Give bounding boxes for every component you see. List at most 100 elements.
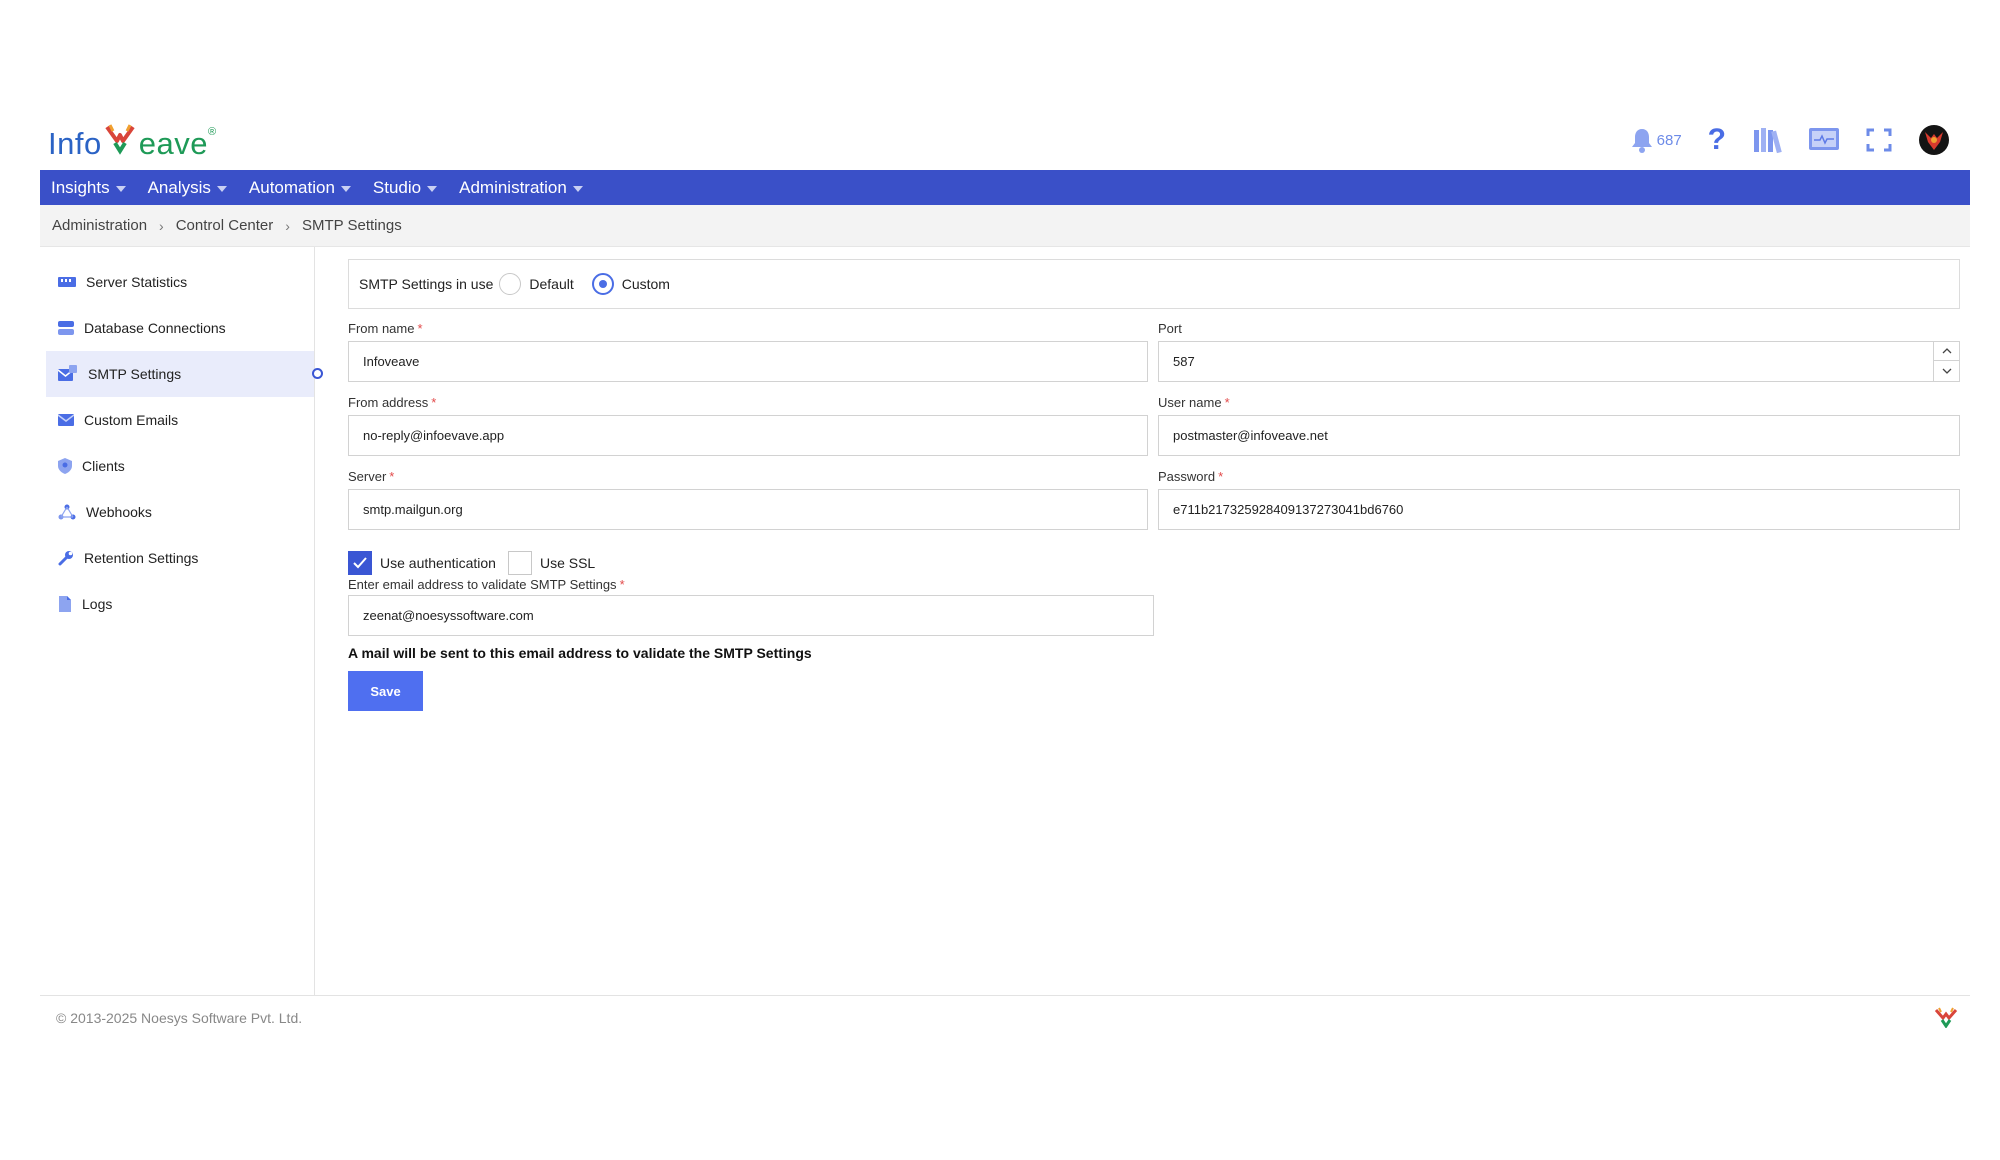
use-ssl-label: Use SSL xyxy=(539,555,596,571)
decrement-button[interactable] xyxy=(1934,361,1960,381)
radio-default[interactable] xyxy=(499,273,522,295)
notifications-button[interactable]: 687 xyxy=(1630,127,1682,153)
fullscreen-button[interactable] xyxy=(1866,128,1892,152)
sidebar-item-webhooks[interactable]: Webhooks xyxy=(46,489,314,535)
sidebar-item-label: Clients xyxy=(82,458,125,474)
nav-label: Studio xyxy=(372,177,422,197)
chevron-right-icon: › xyxy=(285,217,290,234)
breadcrumb: Administration › Control Center › SMTP S… xyxy=(40,205,1970,247)
sidebar-item-clients[interactable]: Clients xyxy=(46,443,314,489)
from-name-input[interactable]: Infoveave xyxy=(348,341,1148,382)
auth-options: Use authentication Use SSL xyxy=(348,551,595,575)
library-button[interactable] xyxy=(1752,126,1782,154)
use-ssl-checkbox[interactable] xyxy=(507,551,532,575)
nav-analysis[interactable]: Analysis xyxy=(148,178,227,198)
sidebar-item-label: Retention Settings xyxy=(84,550,199,566)
database-icon xyxy=(58,321,74,335)
password-field: Password * e711b21732592840913727304​1bd6… xyxy=(1158,469,1960,530)
bell-icon xyxy=(1631,129,1652,153)
header-actions: 687 ? xyxy=(1630,124,1950,156)
use-authentication-label: Use authentication xyxy=(380,555,496,571)
nav-label: Insights xyxy=(51,177,110,197)
from-address-input[interactable]: no-reply@infoevave.app xyxy=(348,415,1148,456)
required-marker: * xyxy=(1218,469,1224,484)
library-icon xyxy=(1754,128,1782,154)
chevron-down-icon xyxy=(340,185,351,192)
monitor-icon xyxy=(1809,128,1839,150)
port-stepper xyxy=(1933,341,1960,382)
nav-label: Automation xyxy=(248,177,335,197)
webhook-icon xyxy=(58,504,76,520)
server-label: Server * xyxy=(348,469,1148,489)
port-label: Port xyxy=(1158,321,1182,336)
sidebar-item-retention-settings[interactable]: Retention Settings xyxy=(46,535,314,581)
app-window: Info eave ® 687 ? Insights Analysis Auto… xyxy=(40,120,1970,1041)
checkmark-icon xyxy=(353,557,367,569)
from-name-label: From name * xyxy=(348,321,1148,341)
nav-studio[interactable]: Studio xyxy=(372,177,438,198)
save-button[interactable]: Save xyxy=(348,671,423,711)
sidebar-item-label: Server Statistics xyxy=(86,274,188,290)
monitor-button[interactable] xyxy=(1808,127,1840,153)
label-text: From address xyxy=(348,395,429,410)
envelope-icon xyxy=(58,414,74,426)
logo-text-eave: eave xyxy=(138,126,208,161)
sidebar-item-smtp-settings[interactable]: SMTP Settings xyxy=(46,351,314,397)
help-icon: ? xyxy=(1707,123,1726,156)
wrench-icon xyxy=(58,551,73,566)
smtp-mode-label: SMTP Settings in use xyxy=(359,276,494,292)
sidebar-item-server-statistics[interactable]: Server Statistics xyxy=(46,259,314,305)
sidebar-item-logs[interactable]: Logs xyxy=(46,581,314,627)
sidebar-item-custom-emails[interactable]: Custom Emails xyxy=(46,397,314,443)
nav-administration[interactable]: Administration xyxy=(459,178,583,198)
use-authentication-checkbox[interactable] xyxy=(348,551,372,575)
chevron-down-icon xyxy=(572,185,583,192)
nav-insights[interactable]: Insights xyxy=(51,178,126,198)
from-name-field: From name * Infoveave xyxy=(348,321,1148,382)
sidebar-item-database-connections[interactable]: Database Connections xyxy=(46,305,314,351)
validate-email-label: Enter email address to validate SMTP Set… xyxy=(348,577,1154,592)
logo-trademark: ® xyxy=(207,126,217,138)
breadcrumb-smtp-settings: SMTP Settings xyxy=(301,217,402,234)
nav-automation[interactable]: Automation xyxy=(249,178,351,198)
sidebar-item-label: Custom Emails xyxy=(84,412,179,428)
required-marker: * xyxy=(431,395,437,410)
password-input[interactable]: e711b21732592840913727304​1bd6760 xyxy=(1158,489,1960,530)
label-text: Enter email address to validate SMTP Set… xyxy=(348,577,617,592)
required-marker: * xyxy=(389,469,395,484)
brand-logo[interactable]: Info eave ® xyxy=(48,124,216,164)
logo-text-info: Info xyxy=(48,126,102,161)
from-address-field: From address * no-reply@infoevave.app xyxy=(348,395,1148,456)
smtp-icon xyxy=(58,365,77,381)
top-bar: Info eave ® 687 ? xyxy=(40,120,1970,170)
breadcrumb-control-center[interactable]: Control Center xyxy=(176,217,274,234)
sidebar-item-label: Database Connections xyxy=(84,320,226,336)
user-avatar-button[interactable] xyxy=(1918,124,1950,156)
port-field: Port 587 xyxy=(1158,321,1960,382)
chevron-up-icon xyxy=(1942,347,1952,353)
increment-button[interactable] xyxy=(1934,341,1960,361)
smtp-mode-selector: SMTP Settings in use Default Custom xyxy=(348,259,1960,309)
required-marker: * xyxy=(417,321,423,336)
sidebar-item-label: Logs xyxy=(82,596,113,612)
port-input[interactable]: 587 xyxy=(1158,341,1960,382)
help-button[interactable]: ? xyxy=(1708,125,1726,155)
label-text: From name xyxy=(348,321,415,336)
required-marker: * xyxy=(619,577,625,592)
sidebar-item-label: SMTP Settings xyxy=(88,366,182,382)
radio-custom[interactable] xyxy=(591,273,614,295)
nav-label: Administration xyxy=(459,177,567,197)
user-name-input[interactable]: postmaster@infoveave.net xyxy=(1158,415,1960,456)
server-field: Server * smtp.mailgun.org xyxy=(348,469,1148,530)
user-name-field: User name * postmaster@infoveave.net xyxy=(1158,395,1960,456)
validate-email-input[interactable]: zeenat@noesyssoftware.com xyxy=(348,595,1154,636)
footer-logo-icon xyxy=(1934,1007,1958,1028)
server-input[interactable]: smtp.mailgun.org xyxy=(348,489,1148,530)
breadcrumb-administration[interactable]: Administration xyxy=(52,217,147,234)
shield-icon xyxy=(58,458,72,474)
chevron-right-icon: › xyxy=(159,217,164,234)
sidebar: Server Statistics Database Connections S… xyxy=(40,247,323,995)
fullscreen-icon xyxy=(1866,128,1892,152)
server-statistics-icon xyxy=(58,277,76,287)
chevron-down-icon xyxy=(216,185,227,192)
